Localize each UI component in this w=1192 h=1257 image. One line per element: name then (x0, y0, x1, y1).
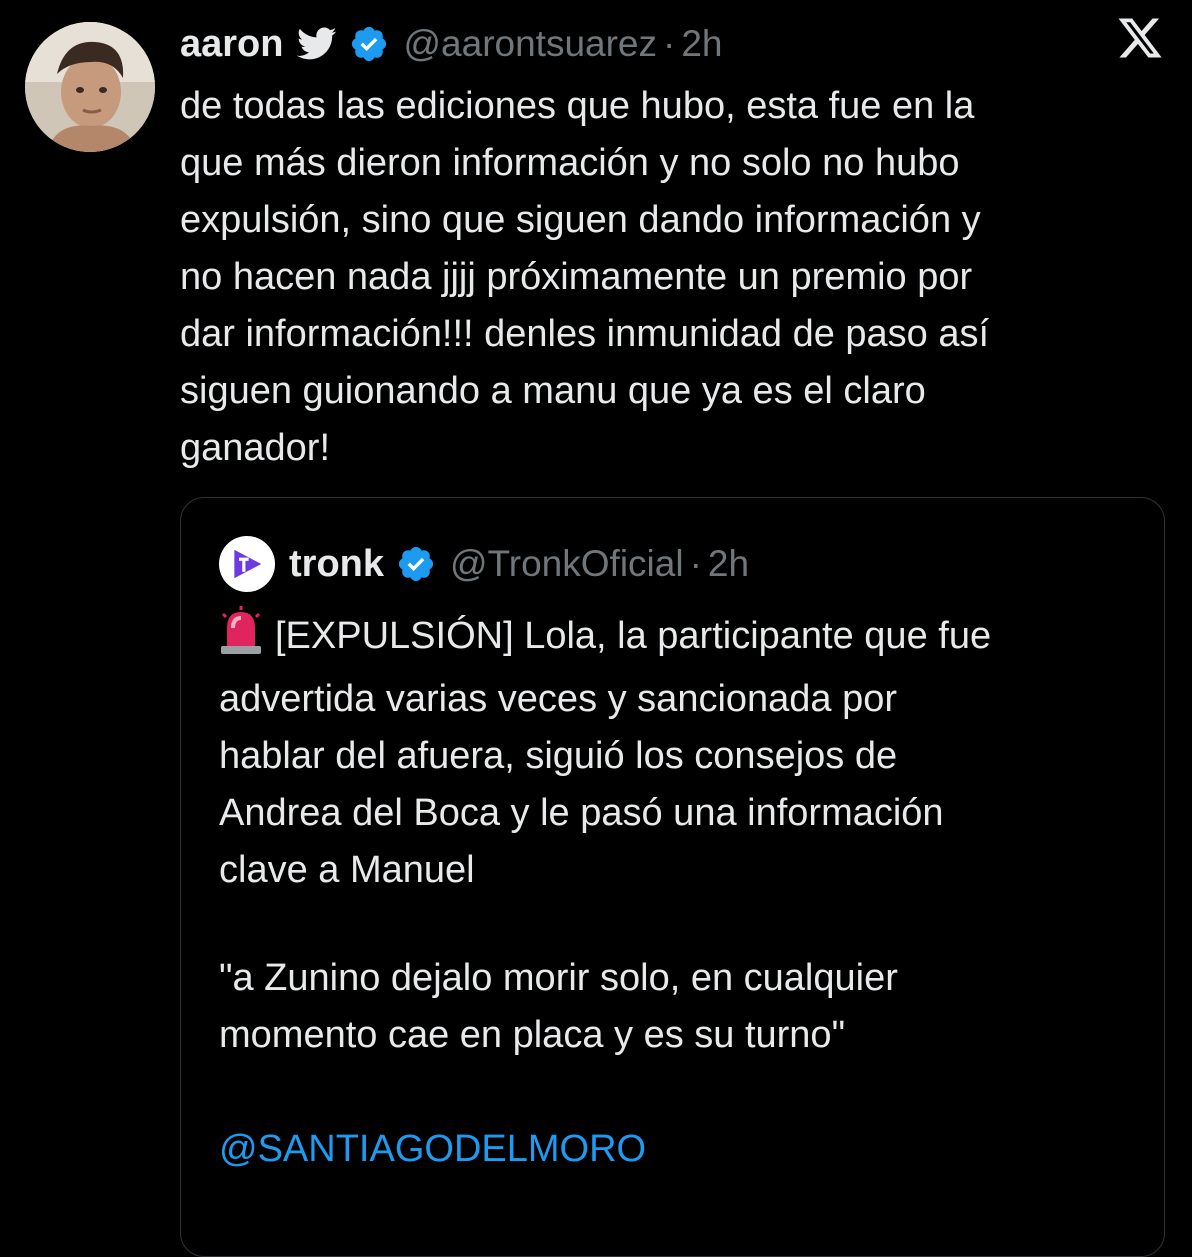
x-logo-icon[interactable] (1116, 14, 1164, 67)
avatar[interactable] (25, 22, 155, 152)
verified-badge-icon (349, 24, 389, 64)
quoted-tweet-body: [EXPULSIÓN] Lola, la participante que fu… (219, 615, 992, 891)
tweet-header: aaron @aarontsuarez · 2h (180, 18, 723, 70)
quoted-author-name[interactable]: tronk (289, 543, 384, 586)
quoted-timestamp[interactable]: 2h (708, 543, 749, 585)
tronk-logo-icon[interactable] (219, 536, 275, 592)
quoted-tweet-header: tronk @TronkOficial · 2h (219, 536, 749, 592)
quoted-tweet-quote: "a Zunino dejalo morir solo, en cualquie… (219, 957, 898, 1056)
author-name[interactable]: aaron (180, 23, 283, 66)
quoted-tweet-text: [EXPULSIÓN] Lola, la participante que fu… (219, 606, 1149, 899)
mention-link[interactable]: @SANTIAGODELMORO (219, 1121, 646, 1178)
author-handle[interactable]: @aarontsuarez (403, 23, 657, 65)
verified-badge-icon (396, 544, 436, 584)
quoted-tweet[interactable]: tronk @TronkOficial · 2h [EXPULSIÓN] Lol… (180, 497, 1165, 1257)
avatar-photo (25, 22, 155, 152)
twitter-bird-icon (297, 27, 337, 61)
separator-dot: · (663, 23, 676, 64)
siren-emoji-icon (219, 606, 263, 671)
quoted-author-handle[interactable]: @TronkOficial (450, 543, 684, 585)
separator-dot: · (689, 543, 702, 584)
timestamp[interactable]: 2h (681, 23, 722, 65)
tweet-text: de todas las ediciones que hubo, esta fu… (180, 85, 990, 469)
